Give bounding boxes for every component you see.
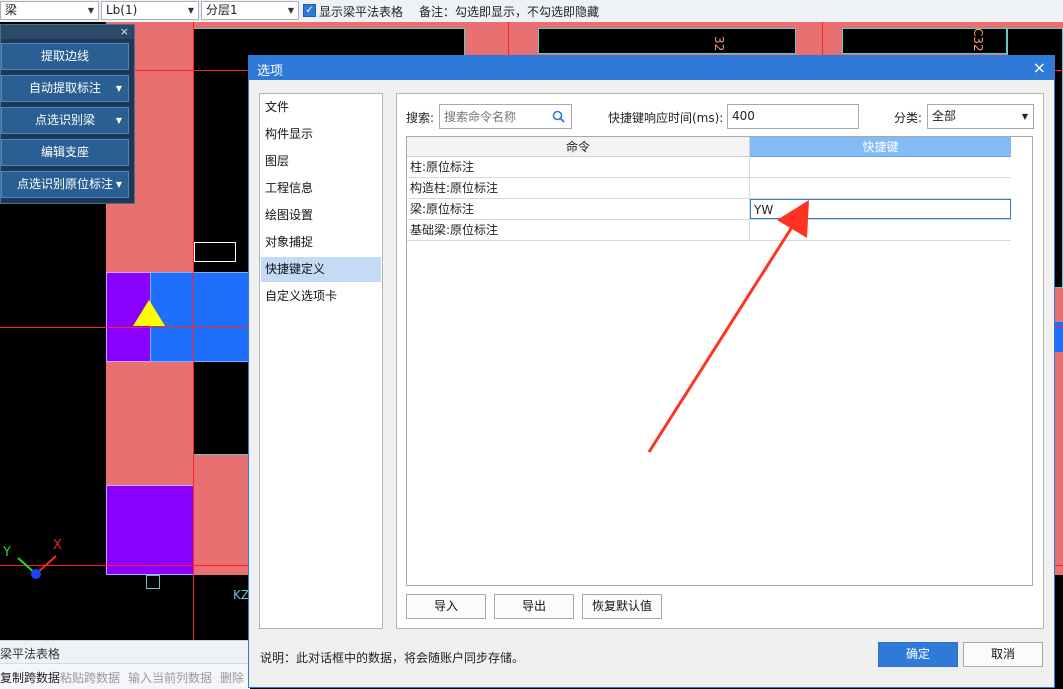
column-header-command[interactable]: 命令 [407, 137, 750, 157]
panel-titlebar: × [1, 25, 134, 39]
dialog-titlebar[interactable]: 选项 × [249, 56, 1054, 80]
nav-item-component-display[interactable]: 构件显示 [261, 122, 381, 147]
show-table-checkbox[interactable]: ✓ [303, 4, 316, 17]
layer-value: 分层1 [206, 3, 238, 17]
nav-item-shortcut-definition[interactable]: 快捷键定义 [261, 257, 381, 282]
canvas-text-1: 32 [712, 36, 726, 52]
nav-item-custom-tab[interactable]: 自定义选项卡 [261, 284, 381, 309]
import-button[interactable]: 导入 [406, 594, 486, 619]
shortcut-settings-panel: 搜索: 快捷键响应时间(ms): 400 分类: 全部 ▼ 命令 快捷键 柱:原… [396, 93, 1044, 629]
toolbar-note: 备注：勾选即显示，不勾选即隐藏 [419, 5, 600, 19]
ok-button[interactable]: 确定 [878, 642, 958, 667]
pick-recognize-beam-button[interactable]: 点选识别梁 ▼ [1, 107, 129, 134]
extract-edge-label: 提取边线 [40, 49, 89, 63]
options-nav-list: 文件 构件显示 图层 工程信息 绘图设置 对象捕捉 快捷键定义 自定义选项卡 [259, 93, 383, 629]
component-type-value: 梁 [5, 3, 18, 17]
beam-table-title: 梁平法表格 [0, 647, 61, 661]
shortcut-cell[interactable] [750, 157, 1011, 177]
column-base [146, 575, 160, 589]
dialog-title: 选项 [257, 64, 284, 79]
chevron-down-icon: ▼ [87, 6, 94, 15]
dialog-note: 说明：此对话框中的数据，将会随账户同步存储。 [260, 651, 525, 665]
close-icon[interactable]: × [1033, 58, 1046, 77]
edit-support-button[interactable]: 编辑支座 [1, 139, 129, 166]
beam-recognition-panel: × 提取边线 自动提取标注 ▼ 点选识别梁 ▼ 编辑支座 点选识别原位标注 ▼ [0, 24, 135, 204]
delete-button[interactable]: 删除 [220, 669, 244, 686]
chevron-down-icon: ▼ [115, 180, 122, 189]
delay-label: 快捷键响应时间(ms): [608, 111, 724, 125]
column-purple-2 [106, 485, 194, 575]
extract-edge-button[interactable]: 提取边线 [1, 43, 129, 70]
copy-span-button[interactable]: 复制跨数据 [0, 669, 60, 686]
auto-extract-annotation-label: 自动提取标注 [28, 81, 101, 95]
export-button[interactable]: 导出 [494, 594, 574, 619]
beam-table-actions: 复制跨数据 粘贴跨数据 输入当前列数据 删除 [0, 663, 250, 689]
axis-y-label: Y [3, 545, 11, 560]
table-row[interactable]: 柱:原位标注 [407, 157, 1011, 178]
chevron-down-icon: ▼ [187, 6, 194, 15]
nav-item-object-snap[interactable]: 对象捕捉 [261, 230, 381, 255]
category-label: 分类: [894, 111, 923, 125]
paste-span-button[interactable]: 粘贴跨数据 [60, 669, 120, 686]
top-toolbar: 梁 ▼ Lb(1) ▼ 分层1 ▼ ✓ 显示梁平法表格 备注：勾选即显示，不勾选… [0, 0, 1063, 23]
nav-item-project-info[interactable]: 工程信息 [261, 176, 381, 201]
auto-extract-annotation-button[interactable]: 自动提取标注 ▼ [1, 75, 129, 102]
input-column-button[interactable]: 输入当前列数据 [128, 669, 212, 686]
chevron-down-icon: ▼ [1021, 112, 1028, 121]
pick-recognize-beam-label: 点选识别梁 [34, 113, 95, 127]
category-select[interactable]: 全部 ▼ [927, 104, 1034, 129]
cancel-button[interactable]: 取消 [963, 642, 1043, 667]
axis-line-v1 [193, 22, 194, 640]
chevron-down-icon: ▼ [287, 6, 294, 15]
column-header-shortcut[interactable]: 快捷键 [750, 137, 1011, 157]
beam-table-panel-header: 梁平法表格 [0, 640, 250, 664]
category-value: 全部 [932, 109, 957, 123]
search-icon[interactable] [552, 110, 565, 123]
options-dialog: 选项 × 文件 构件显示 图层 工程信息 绘图设置 对象捕捉 快捷键定义 自定义… [248, 55, 1055, 688]
chevron-down-icon: ▼ [115, 116, 122, 125]
selection-rectangle [194, 242, 236, 262]
search-label: 搜索: [406, 111, 435, 125]
chevron-down-icon: ▼ [115, 84, 122, 93]
slab-black-2 [538, 28, 796, 54]
component-type-combo[interactable]: 梁 ▼ [0, 1, 99, 20]
nav-item-file[interactable]: 文件 [261, 95, 381, 120]
edit-support-label: 编辑支座 [40, 145, 89, 159]
pick-recognize-annotation-label: 点选识别原位标注 [16, 177, 113, 191]
nav-item-drawing-settings[interactable]: 绘图设置 [261, 203, 381, 228]
axis-x-label: X [53, 538, 62, 553]
layer-combo[interactable]: 分层1 ▼ [201, 1, 299, 20]
component-name-combo[interactable]: Lb(1) ▼ [101, 1, 199, 20]
show-table-label: 显示梁平法表格 [319, 5, 404, 19]
triangle-marker-icon [133, 300, 165, 326]
nav-item-layer[interactable]: 图层 [261, 149, 381, 174]
pick-recognize-annotation-button[interactable]: 点选识别原位标注 ▼ [1, 171, 129, 198]
restore-defaults-button[interactable]: 恢复默认值 [582, 594, 662, 619]
command-cell: 柱:原位标注 [407, 157, 750, 177]
close-icon[interactable]: × [120, 25, 129, 39]
component-name-value: Lb(1) [106, 3, 138, 17]
annotation-arrow-icon [647, 200, 809, 453]
delay-input[interactable]: 400 [727, 104, 859, 129]
